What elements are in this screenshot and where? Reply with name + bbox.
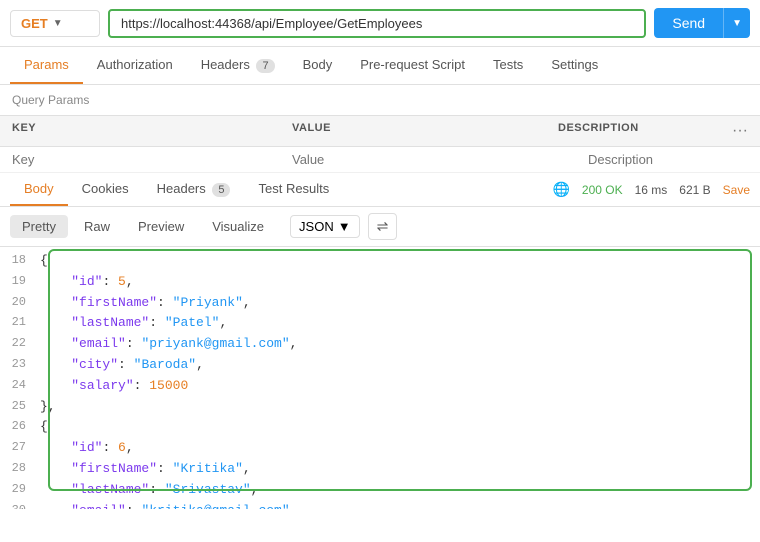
response-time: 16 ms bbox=[635, 183, 668, 197]
tab-cookies[interactable]: Cookies bbox=[68, 173, 143, 206]
line-number: 27 bbox=[8, 438, 40, 459]
view-tab-visualize[interactable]: Visualize bbox=[200, 215, 276, 238]
json-text: }, bbox=[40, 397, 752, 418]
response-size: 621 B bbox=[679, 183, 710, 197]
json-line-29: 29 "lastName": "Srivastav", bbox=[0, 480, 760, 501]
format-select[interactable]: JSON ▼ bbox=[290, 215, 360, 238]
line-number: 20 bbox=[8, 293, 40, 314]
response-status: 🌐 200 OK 16 ms 621 B Save bbox=[552, 181, 750, 198]
tab-tests[interactable]: Tests bbox=[479, 47, 537, 84]
tab-headers[interactable]: Headers 7 bbox=[187, 47, 289, 84]
globe-icon: 🌐 bbox=[552, 181, 569, 198]
url-input[interactable] bbox=[108, 9, 646, 38]
value-cell[interactable] bbox=[292, 152, 588, 167]
app-container: GET ▼ Send ▼ Params Authorization Header… bbox=[0, 0, 760, 542]
line-number: 19 bbox=[8, 272, 40, 293]
more-options-icon[interactable]: ··· bbox=[718, 122, 748, 140]
json-line-19: 19 "id": 5, bbox=[0, 272, 760, 293]
tab-authorization[interactable]: Authorization bbox=[83, 47, 187, 84]
col-desc-header: DESCRIPTION bbox=[558, 122, 718, 140]
line-number: 23 bbox=[8, 355, 40, 376]
send-button[interactable]: Send ▼ bbox=[654, 8, 750, 38]
json-text: "email": "kritika@gmail.com", bbox=[40, 501, 752, 509]
line-number: 24 bbox=[8, 376, 40, 397]
chevron-down-icon: ▼ bbox=[53, 18, 63, 29]
view-tabs: Pretty Raw Preview Visualize JSON ▼ ⇌ bbox=[0, 207, 760, 247]
json-text: "email": "priyank@gmail.com", bbox=[40, 334, 752, 355]
json-text: { bbox=[40, 251, 752, 272]
json-line-27: 27 "id": 6, bbox=[0, 438, 760, 459]
table-header: KEY VALUE DESCRIPTION ··· bbox=[0, 115, 760, 147]
tab-body-response[interactable]: Body bbox=[10, 173, 68, 206]
desc-cell[interactable] bbox=[588, 152, 748, 167]
json-text: "lastName": "Srivastav", bbox=[40, 480, 752, 501]
key-cell[interactable] bbox=[12, 152, 292, 167]
request-tabs: Params Authorization Headers 7 Body Pre-… bbox=[0, 47, 760, 85]
send-dropdown-icon[interactable]: ▼ bbox=[724, 12, 750, 35]
value-input[interactable] bbox=[292, 152, 588, 167]
json-content: 18 { 19 "id": 5, 20 "firstName": "Priyan… bbox=[0, 247, 760, 509]
table-row bbox=[0, 147, 760, 173]
json-text: "salary": 15000 bbox=[40, 376, 752, 397]
tab-body[interactable]: Body bbox=[289, 47, 347, 84]
line-number: 18 bbox=[8, 251, 40, 272]
json-line-26: 26 { bbox=[0, 417, 760, 438]
key-input[interactable] bbox=[12, 152, 292, 167]
method-select[interactable]: GET ▼ bbox=[10, 10, 100, 37]
tab-test-results[interactable]: Test Results bbox=[244, 173, 343, 206]
json-text: "firstName": "Kritika", bbox=[40, 459, 752, 480]
line-number: 21 bbox=[8, 313, 40, 334]
tab-params[interactable]: Params bbox=[10, 47, 83, 84]
response-header: Body Cookies Headers 5 Test Results 🌐 20… bbox=[0, 173, 760, 207]
format-chevron-icon: ▼ bbox=[338, 219, 351, 234]
json-text: "city": "Baroda", bbox=[40, 355, 752, 376]
wrap-button[interactable]: ⇌ bbox=[368, 213, 398, 240]
json-text: { bbox=[40, 417, 752, 438]
json-line-24: 24 "salary": 15000 bbox=[0, 376, 760, 397]
format-label: JSON bbox=[299, 219, 334, 234]
json-text: "lastName": "Patel", bbox=[40, 313, 752, 334]
json-line-22: 22 "email": "priyank@gmail.com", bbox=[0, 334, 760, 355]
line-number: 25 bbox=[8, 397, 40, 418]
view-tab-raw[interactable]: Raw bbox=[72, 215, 122, 238]
line-number: 29 bbox=[8, 480, 40, 501]
json-line-18: 18 { bbox=[0, 251, 760, 272]
json-text: "id": 5, bbox=[40, 272, 752, 293]
view-tab-pretty[interactable]: Pretty bbox=[10, 215, 68, 238]
url-container bbox=[108, 9, 646, 38]
tab-pre-request[interactable]: Pre-request Script bbox=[346, 47, 479, 84]
status-code: 200 OK bbox=[582, 183, 623, 197]
json-line-23: 23 "city": "Baroda", bbox=[0, 355, 760, 376]
top-bar: GET ▼ Send ▼ bbox=[0, 0, 760, 47]
line-number: 28 bbox=[8, 459, 40, 480]
headers-badge: 7 bbox=[256, 59, 274, 73]
json-line-30: 30 "email": "kritika@gmail.com", bbox=[0, 501, 760, 509]
query-params-label: Query Params bbox=[0, 85, 760, 115]
json-line-25: 25 }, bbox=[0, 397, 760, 418]
json-line-28: 28 "firstName": "Kritika", bbox=[0, 459, 760, 480]
desc-input[interactable] bbox=[588, 152, 748, 167]
tab-settings[interactable]: Settings bbox=[537, 47, 612, 84]
headers-response-badge: 5 bbox=[212, 183, 230, 197]
json-line-20: 20 "firstName": "Priyank", bbox=[0, 293, 760, 314]
line-number: 30 bbox=[8, 501, 40, 509]
send-label: Send bbox=[654, 9, 723, 37]
method-label: GET bbox=[21, 16, 48, 31]
view-tab-preview[interactable]: Preview bbox=[126, 215, 196, 238]
tab-headers-response[interactable]: Headers 5 bbox=[143, 173, 245, 206]
col-value-header: VALUE bbox=[292, 122, 558, 140]
json-text: "firstName": "Priyank", bbox=[40, 293, 752, 314]
line-number: 22 bbox=[8, 334, 40, 355]
col-key-header: KEY bbox=[12, 122, 292, 140]
line-number: 26 bbox=[8, 417, 40, 438]
save-response[interactable]: Save bbox=[723, 183, 750, 197]
json-line-21: 21 "lastName": "Patel", bbox=[0, 313, 760, 334]
json-text: "id": 6, bbox=[40, 438, 752, 459]
